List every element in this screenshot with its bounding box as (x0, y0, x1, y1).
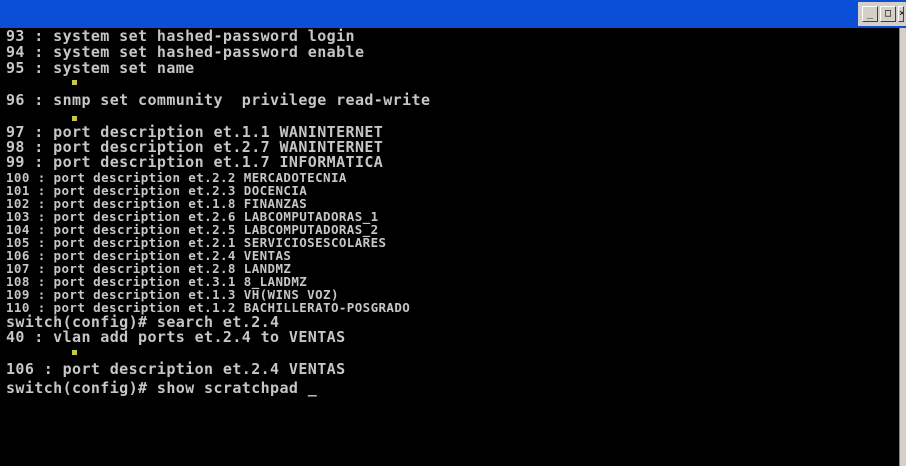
terminal-window: _ □ × 93 : system set hashed-password lo… (0, 0, 906, 466)
console-line: 95 : system set name (6, 59, 195, 77)
console-output[interactable]: 93 : system set hashed-password login 94… (0, 28, 898, 466)
window-controls: _ □ × (858, 2, 906, 26)
caret-marker (72, 350, 77, 355)
console-line: 106 : port description et.2.4 VENTAS (6, 360, 346, 378)
maximize-icon[interactable]: □ (880, 6, 896, 22)
console-line: 94 : system set hashed-password enable (6, 43, 365, 61)
close-icon[interactable]: × (898, 6, 904, 22)
console-line: 93 : system set hashed-password login (6, 28, 355, 45)
title-bar[interactable]: _ □ × (0, 0, 906, 28)
caret-marker (72, 116, 77, 121)
console-prompt[interactable]: switch(config)# show scratchpad _ (6, 381, 317, 396)
minimize-icon[interactable]: _ (862, 6, 878, 22)
console-line: 99 : port description et.1.7 INFORMATICA (6, 153, 384, 171)
vertical-scrollbar[interactable] (899, 28, 906, 466)
console-line: 40 : vlan add ports et.2.4 to VENTAS (6, 328, 346, 346)
console-line: 96 : snmp set community privilege read-w… (6, 91, 431, 109)
caret-marker (72, 80, 77, 85)
